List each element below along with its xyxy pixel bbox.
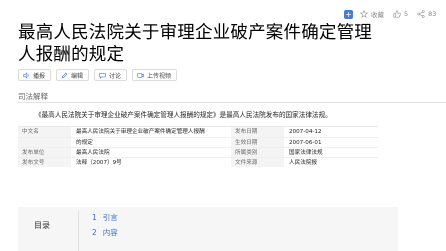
shares-count: 83: [428, 10, 437, 18]
info-label: [18, 138, 71, 147]
star-icon: [360, 10, 368, 18]
add-icon[interactable]: +: [344, 9, 353, 19]
toc-item-content[interactable]: 2 内容: [92, 227, 118, 238]
info-label: 所属类别: [231, 148, 284, 157]
info-value: 最高人民法院关于审理企业破产案件确定管理人报酬: [76, 129, 205, 135]
share-icon: [417, 10, 425, 18]
toc-item-intro[interactable]: 1 引言: [92, 212, 118, 223]
chat-icon: [99, 72, 106, 79]
info-value: 国家法律法规: [289, 150, 323, 156]
info-row: 的规定 生效日期 2007-06-01: [18, 137, 378, 147]
info-row: 中文名 最高人民法院关于审理企业破产案件确定管理人报酬 发布日期 2007-04…: [18, 127, 378, 137]
toc-divider: [78, 210, 79, 251]
info-row: 发布文号 法释〔2007〕9号 文件来源 人民法院报: [18, 157, 378, 167]
info-value: 的规定: [76, 140, 93, 146]
info-value: 2007-06-01: [289, 140, 322, 146]
play-label: 播报: [33, 72, 46, 80]
toc-item-number: 1: [92, 213, 97, 222]
info-value: 法释〔2007〕9号: [76, 160, 122, 166]
toc-item-number: 2: [92, 228, 97, 237]
discuss-label: 讨论: [109, 72, 122, 80]
info-label: 发布单位: [18, 148, 71, 157]
info-label: 文件来源: [231, 158, 284, 167]
info-label: 生效日期: [231, 138, 284, 147]
info-table: 中文名 最高人民法院关于审理企业破产案件确定管理人报酬 发布日期 2007-04…: [18, 126, 378, 167]
favorite-label: 收藏: [371, 11, 384, 19]
info-row: 发布单位 最高人民法院 所属类别 国家法律法规: [18, 147, 378, 157]
thumbs-up-icon: [393, 10, 401, 18]
upload-video-button[interactable]: 上传视频: [132, 69, 178, 81]
top-actions: + 收藏 5 83: [344, 9, 445, 19]
toc-item-label: 内容: [102, 228, 118, 237]
upload-video-label: 上传视频: [147, 72, 172, 80]
info-label: 发布日期: [231, 127, 284, 137]
lead-summary: 《最高人民法院关于审理企业破产案件确定管理人报酬的规定》是最高人民法院发布的国家…: [35, 111, 332, 119]
toc-item-label: 引言: [102, 213, 118, 222]
info-label: 中文名: [18, 127, 71, 137]
info-value: 人民法院报: [289, 160, 317, 166]
favorite-button[interactable]: 收藏: [360, 9, 384, 19]
discuss-button[interactable]: 讨论: [94, 69, 128, 81]
toc-title: 目录: [34, 221, 50, 230]
info-label: 发布文号: [18, 158, 71, 167]
info-value: 2007-04-12: [289, 129, 322, 135]
page-title: 最高人民法院关于审理企业破产案件确定管理人报酬的规定: [18, 23, 372, 65]
edit-button[interactable]: 编辑: [56, 69, 90, 81]
speaker-icon: [23, 71, 29, 79]
likes-count: 5: [404, 10, 409, 18]
section-divider: [18, 102, 446, 103]
share-button[interactable]: 83: [417, 10, 436, 18]
play-button[interactable]: 播报: [18, 69, 52, 81]
info-value: 最高人民法院: [76, 150, 110, 156]
video-icon: [137, 72, 144, 78]
table-of-contents: 目录 1 引言 2 内容: [18, 207, 398, 251]
action-buttons: 播报 编辑 讨论 上传视频: [18, 69, 178, 81]
pencil-icon: [61, 72, 68, 78]
like-button[interactable]: 5: [393, 10, 408, 18]
section-heading: 司法解释: [18, 92, 48, 101]
edit-label: 编辑: [71, 72, 84, 80]
